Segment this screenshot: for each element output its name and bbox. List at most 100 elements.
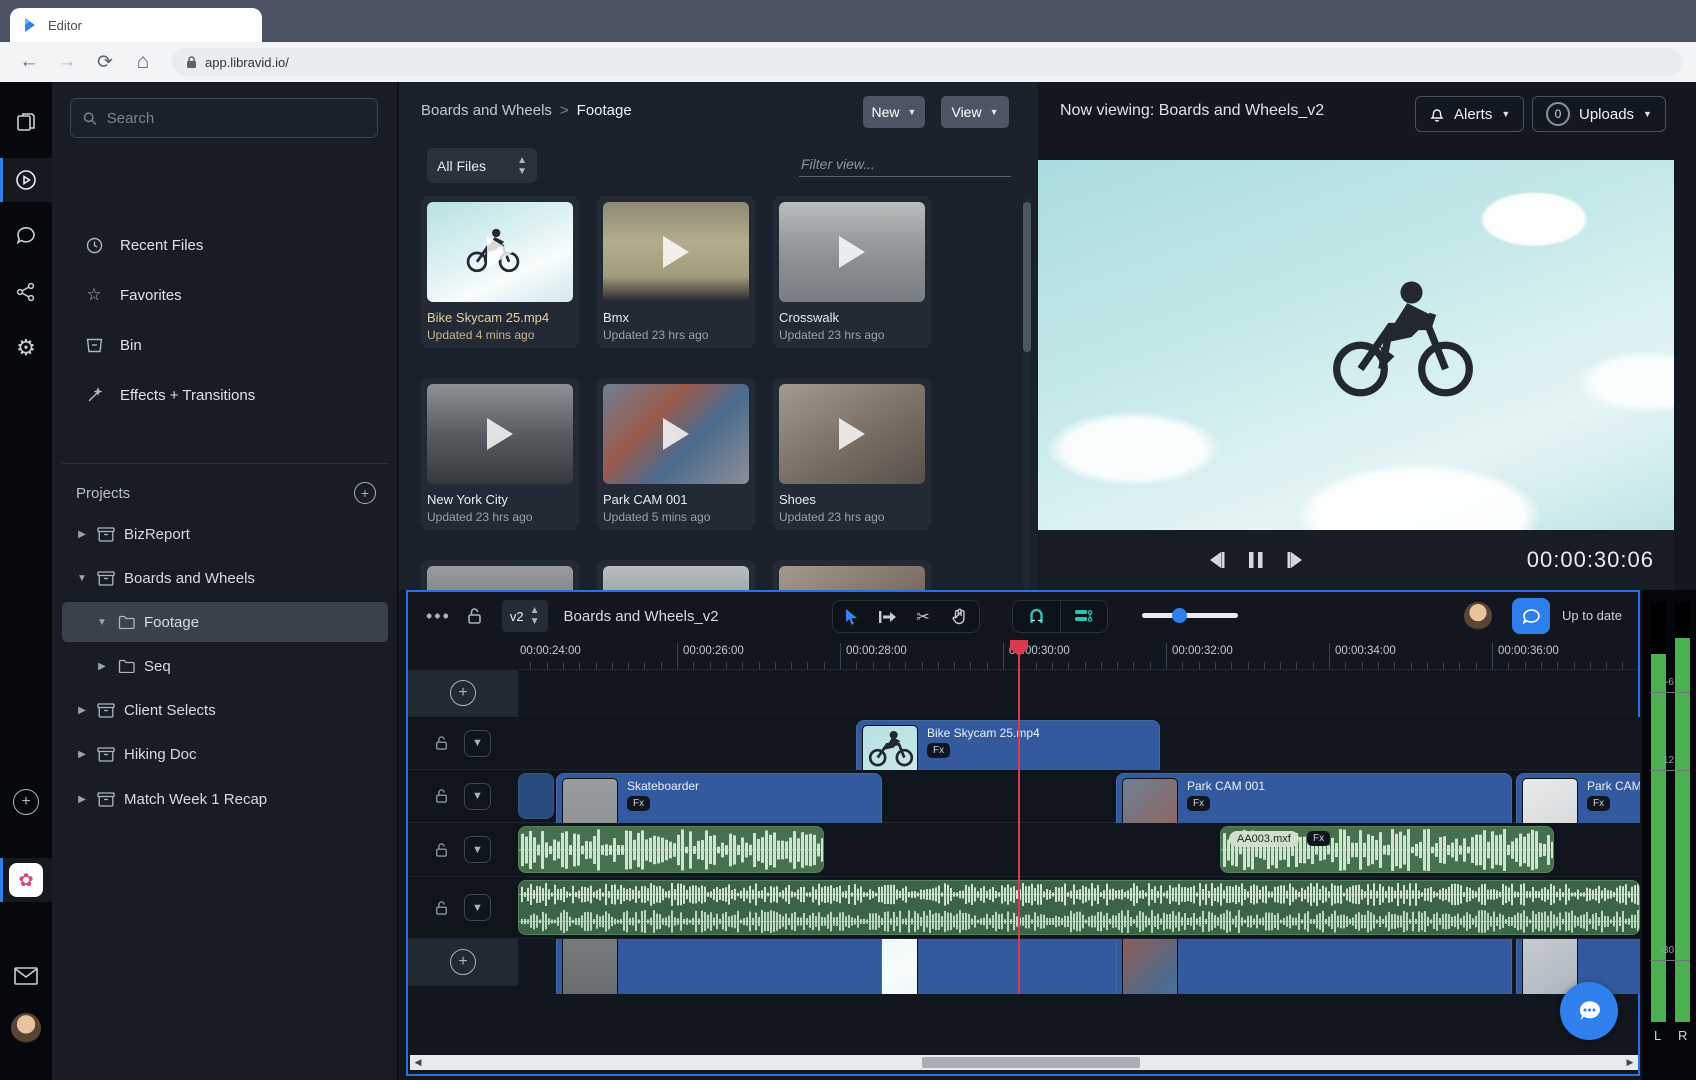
- view-button[interactable]: View▼: [941, 96, 1009, 128]
- breadcrumb-parent[interactable]: Boards and Wheels: [421, 102, 552, 119]
- refresh-icon[interactable]: ⟳: [90, 47, 120, 77]
- chevron-down-icon[interactable]: ▼: [96, 617, 108, 628]
- video-thumbnail[interactable]: [603, 202, 749, 302]
- magnet-snap-icon[interactable]: [1013, 601, 1060, 632]
- track-unlock-icon[interactable]: [435, 788, 448, 804]
- track-enable-toggle[interactable]: ▼: [464, 783, 491, 810]
- video-clip[interactable]: [518, 773, 554, 819]
- alerts-button[interactable]: Alerts▼: [1415, 96, 1524, 132]
- timeline-ruler[interactable]: 00:00:24:0000:00:26:0000:00:28:0000:00:3…: [518, 640, 1638, 670]
- fx-badge[interactable]: Fx: [627, 796, 650, 811]
- file-card[interactable]: [421, 560, 579, 590]
- more-options-icon[interactable]: •••: [426, 606, 451, 627]
- file-card[interactable]: New York CityUpdated 23 hrs ago: [421, 378, 579, 530]
- sidebar-item-recent-files[interactable]: Recent Files: [62, 224, 388, 266]
- tree-item-client-selects[interactable]: ▶Client Selects: [62, 690, 388, 730]
- chat-icon[interactable]: [0, 214, 52, 258]
- file-card[interactable]: [773, 560, 931, 590]
- tree-item-bizreport[interactable]: ▶BizReport: [62, 514, 388, 554]
- video-thumbnail[interactable]: [603, 384, 749, 484]
- scroll-left-icon[interactable]: ◀: [410, 1057, 426, 1068]
- step-forward-icon[interactable]: [1276, 543, 1316, 577]
- filter-view-input[interactable]: [799, 152, 1011, 176]
- track-unlock-icon[interactable]: [435, 735, 448, 751]
- tree-item-footage[interactable]: ▼Footage: [62, 602, 388, 642]
- chevron-down-icon[interactable]: ▼: [76, 573, 88, 584]
- zoom-slider-knob[interactable]: [1172, 608, 1187, 623]
- search-box[interactable]: [70, 98, 378, 138]
- chevron-right-icon[interactable]: ▶: [76, 705, 88, 716]
- track-enable-toggle[interactable]: ▼: [464, 836, 491, 863]
- video-viewport[interactable]: [1038, 160, 1674, 530]
- chevron-right-icon[interactable]: ▶: [96, 661, 108, 672]
- add-project-icon[interactable]: +: [354, 482, 376, 504]
- video-thumbnail[interactable]: [603, 566, 749, 590]
- tree-item-seq[interactable]: ▶Seq: [62, 646, 388, 686]
- player-icon[interactable]: [0, 158, 52, 202]
- scrollbar-thumb[interactable]: [922, 1057, 1140, 1068]
- version-select[interactable]: v2▲▼: [502, 600, 548, 632]
- select-cursor-icon[interactable]: [833, 601, 869, 632]
- file-card[interactable]: CrosswalkUpdated 23 hrs ago: [773, 196, 931, 348]
- track-enable-toggle[interactable]: ▼: [464, 730, 491, 757]
- track-select-forward-icon[interactable]: [869, 601, 905, 632]
- fx-badge[interactable]: Fx: [927, 743, 950, 758]
- uploads-button[interactable]: 0 Uploads▼: [1532, 96, 1666, 132]
- chevron-right-icon[interactable]: ▶: [76, 529, 88, 540]
- pause-icon[interactable]: [1236, 543, 1276, 577]
- breadcrumb-current[interactable]: Footage: [577, 102, 632, 119]
- file-card[interactable]: [597, 560, 755, 590]
- support-chat-fab[interactable]: [1560, 982, 1618, 1040]
- file-card[interactable]: Park CAM 001Updated 5 mins ago: [597, 378, 755, 530]
- lotus-app-icon[interactable]: ✿: [0, 858, 52, 902]
- tree-item-hiking-doc[interactable]: ▶Hiking Doc: [62, 734, 388, 774]
- tree-item-boards-and-wheels[interactable]: ▼Boards and Wheels: [62, 558, 388, 598]
- file-card[interactable]: Bike Skycam 25.mp4Updated 4 mins ago: [421, 196, 579, 348]
- track-unlock-icon[interactable]: [435, 900, 448, 916]
- playhead[interactable]: [1018, 644, 1020, 994]
- scroll-right-icon[interactable]: ▶: [1622, 1057, 1638, 1068]
- audio-clip[interactable]: [518, 826, 824, 873]
- url-bar[interactable]: app.libravid.io/: [172, 48, 1682, 76]
- scissors-icon[interactable]: ✂: [905, 601, 941, 632]
- add-track-icon[interactable]: +: [450, 680, 476, 706]
- comments-toggle-button[interactable]: [1512, 598, 1550, 634]
- chevron-right-icon[interactable]: ▶: [76, 794, 88, 805]
- pages-icon[interactable]: [0, 100, 52, 144]
- video-thumbnail[interactable]: [427, 202, 573, 302]
- unlock-icon[interactable]: [467, 607, 482, 625]
- fx-badge[interactable]: Fx: [1307, 831, 1330, 846]
- mail-icon[interactable]: [0, 954, 52, 998]
- files-scrollbar[interactable]: [1023, 196, 1031, 590]
- collaborator-avatar[interactable]: [1464, 602, 1492, 630]
- file-type-select[interactable]: All Files▲▼: [427, 148, 537, 183]
- settings-gear-icon[interactable]: ⚙: [0, 326, 52, 370]
- sidebar-item-effects-transitions[interactable]: Effects + Transitions: [62, 374, 388, 416]
- linked-tracks-icon[interactable]: [1060, 601, 1107, 632]
- sidebar-item-favorites[interactable]: ☆Favorites: [62, 274, 388, 316]
- share-icon[interactable]: [0, 270, 52, 314]
- user-avatar[interactable]: [0, 1006, 52, 1050]
- file-card[interactable]: ShoesUpdated 23 hrs ago: [773, 378, 931, 530]
- add-app-icon[interactable]: +: [0, 780, 52, 824]
- step-back-icon[interactable]: [1196, 543, 1236, 577]
- timeline-zoom-slider[interactable]: [1142, 613, 1238, 618]
- home-icon[interactable]: ⌂: [128, 47, 158, 77]
- fx-badge[interactable]: Fx: [1187, 796, 1210, 811]
- fx-badge[interactable]: Fx: [1587, 796, 1610, 811]
- add-track-icon[interactable]: +: [450, 949, 476, 975]
- chevron-right-icon[interactable]: ▶: [76, 749, 88, 760]
- forward-icon[interactable]: →: [52, 47, 82, 77]
- video-thumbnail[interactable]: [427, 384, 573, 484]
- timeline-hscrollbar[interactable]: ◀ ▶: [410, 1055, 1638, 1070]
- search-input[interactable]: [107, 110, 365, 127]
- audio-clip[interactable]: AA003.mxfFx: [1220, 826, 1554, 873]
- video-thumbnail[interactable]: [779, 202, 925, 302]
- filter-view-field[interactable]: [799, 152, 1011, 177]
- tree-item-match-week-1-recap[interactable]: ▶Match Week 1 Recap: [62, 779, 388, 819]
- new-button[interactable]: New▼: [863, 96, 925, 128]
- video-thumbnail[interactable]: [779, 384, 925, 484]
- browser-tab[interactable]: Editor: [10, 8, 262, 42]
- file-card[interactable]: BmxUpdated 23 hrs ago: [597, 196, 755, 348]
- track-unlock-icon[interactable]: [435, 842, 448, 858]
